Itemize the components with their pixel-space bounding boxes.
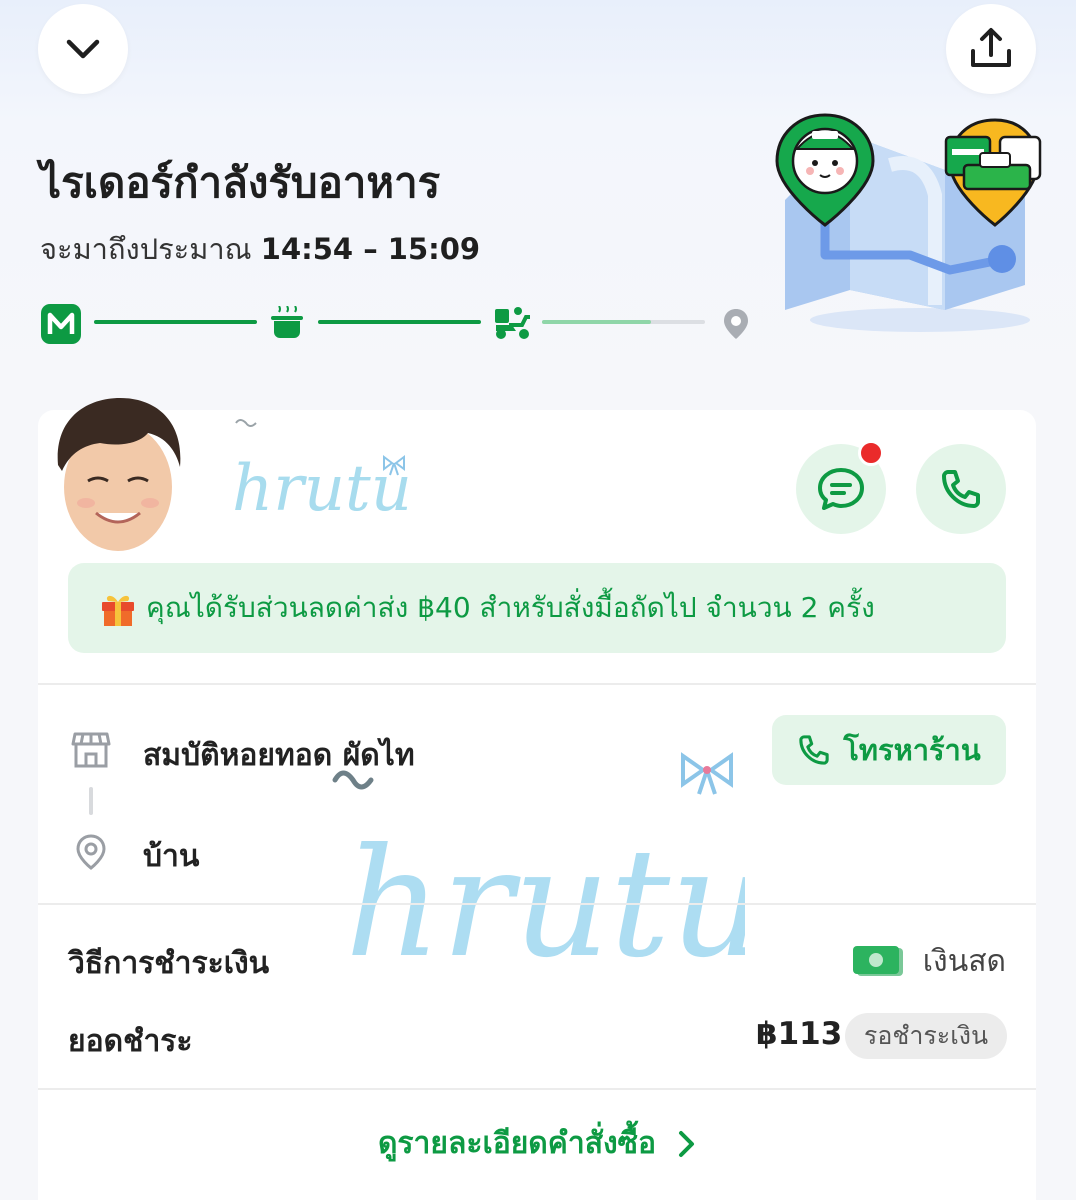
location-pin-icon	[724, 309, 748, 339]
divider-2	[38, 903, 1036, 905]
store-icon	[71, 732, 111, 768]
chat-bubble-icon	[818, 468, 864, 510]
total-label: ยอดชำระ	[68, 1024, 193, 1059]
payment-method-label: วิธีการชำระเงิน	[68, 946, 270, 981]
call-store-label: โทรหาร้าน	[843, 733, 981, 767]
collapse-button[interactable]	[38, 4, 128, 94]
view-order-details-label: ดูรายละเอียดคำสั่งซื้อ	[377, 1126, 657, 1161]
divider-1	[38, 683, 1036, 685]
phone-icon	[799, 735, 829, 765]
eta-prefix: จะมาถึงประมาณ	[40, 232, 261, 266]
destination-pin-icon	[76, 834, 106, 870]
order-status-title: ไรเดอร์กำลังรับอาหาร	[40, 158, 441, 207]
payment-method-value: เงินสด	[922, 944, 1006, 979]
line-man-logo-icon	[41, 304, 81, 344]
eta-time: 14:54 – 15:09	[260, 232, 481, 266]
share-icon	[971, 28, 1011, 67]
total-amount: ฿113	[756, 1016, 843, 1052]
share-button[interactable]	[946, 4, 1036, 94]
route-connector	[89, 787, 93, 815]
progress-segment-2	[318, 320, 481, 324]
eta-text: จะมาถึงประมาณ 14:54 – 15:09	[40, 226, 480, 272]
payment-method: เงินสด	[851, 938, 1006, 985]
delivery-map-illustration	[775, 113, 1042, 332]
divider-3	[38, 1088, 1036, 1090]
delivery-discount-banner: คุณได้รับส่วนลดค่าส่ง ฿40 สำหรับสั่งมื้อ…	[68, 563, 1006, 653]
gift-icon	[102, 595, 134, 626]
destination-name: บ้าน	[143, 839, 200, 874]
store-name: สมบัติหอยทอด ผัดไท	[143, 738, 415, 773]
rider-avatar[interactable]	[48, 395, 188, 560]
cooking-pot-icon	[271, 306, 303, 338]
chevron-down-icon	[66, 39, 100, 59]
progress-segment-1	[94, 320, 257, 324]
view-order-details-link[interactable]: ดูรายละเอียดคำสั่งซื้อ	[0, 1120, 1076, 1167]
promo-text: คุณได้รับส่วนลดค่าส่ง ฿40 สำหรับสั่งมื้อ…	[146, 591, 875, 624]
chevron-right-icon	[679, 1130, 695, 1157]
cash-icon	[852, 945, 903, 976]
call-rider-button[interactable]	[916, 444, 1006, 534]
delivery-scooter-icon	[495, 307, 530, 339]
call-store-button[interactable]: โทรหาร้าน	[772, 715, 1006, 785]
progress-segment-3-fill	[542, 320, 652, 324]
order-progress-tracker	[40, 300, 760, 346]
payment-status-badge: รอชำระเงิน	[845, 1013, 1007, 1059]
unread-badge	[858, 440, 884, 466]
phone-icon	[942, 470, 980, 508]
